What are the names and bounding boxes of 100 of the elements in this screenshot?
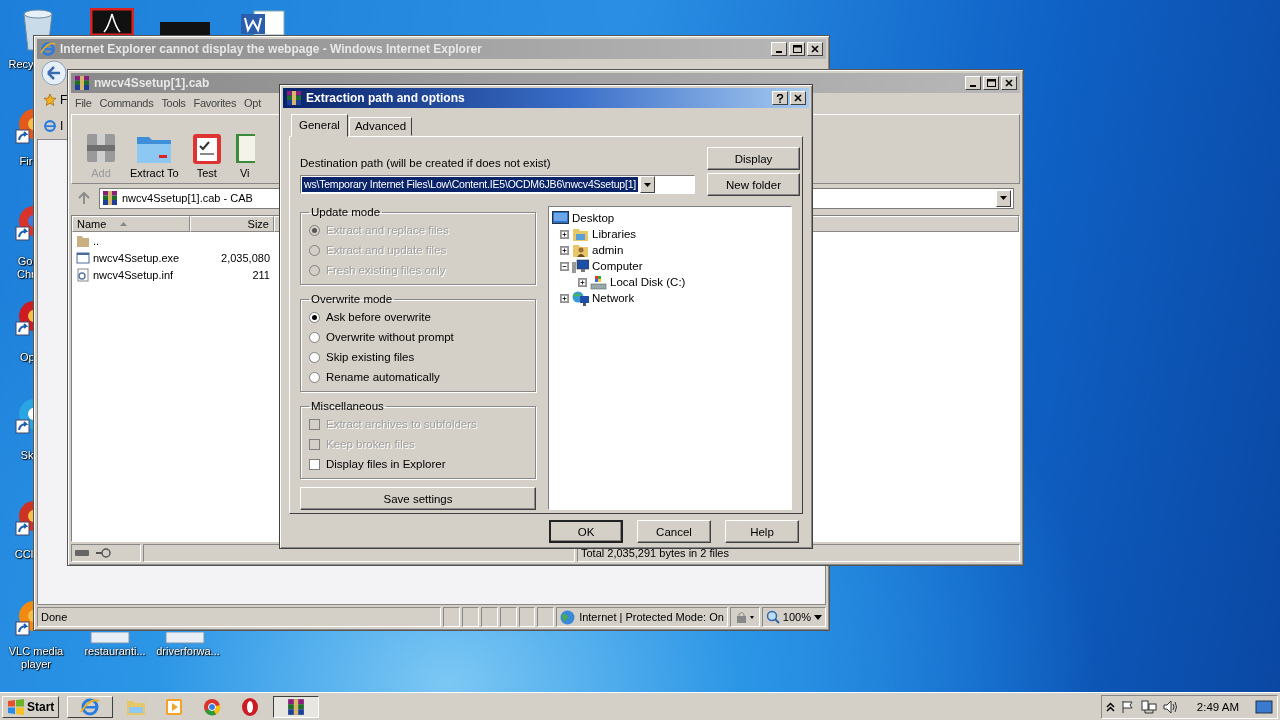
desktop-icon-label[interactable]: CCl	[14, 548, 34, 561]
drive-icon	[590, 274, 607, 290]
group-title: Miscellaneous	[310, 400, 385, 412]
path-combo-box[interactable]: ws\Temporary Internet Files\Low\Content.IE5\OCDM6JB6\nwcv4Ssetup[1]	[300, 175, 695, 194]
taskbar-button[interactable]	[273, 695, 320, 718]
books-icon	[84, 131, 118, 165]
radio-label: Skip existing files	[326, 351, 415, 363]
toolbar-button[interactable]: Test	[190, 131, 223, 179]
tree-item[interactable]: Computer	[592, 260, 643, 272]
status-panel	[499, 607, 517, 627]
clipboard-icon	[190, 131, 223, 165]
status-panel	[518, 607, 536, 627]
desktop-icon-label[interactable]: Recy	[8, 58, 34, 71]
expand-icon[interactable]	[560, 293, 569, 303]
play-icon	[165, 697, 184, 716]
expand-icon[interactable]	[578, 277, 587, 287]
checkbox[interactable]	[309, 458, 320, 470]
field-label: Destination path (will be created if does not exist)	[300, 157, 552, 169]
star-icon[interactable]	[43, 93, 57, 107]
show-desktop-icon[interactable]	[1255, 698, 1273, 715]
dropdown-button[interactable]	[996, 189, 1011, 207]
menu-item[interactable]: Favorites	[189, 96, 241, 109]
group-title: Overwrite mode	[310, 293, 394, 305]
security-zone: Internet | Protected Mode: On	[579, 611, 724, 623]
tree-item[interactable]: admin	[592, 244, 624, 256]
document-icon[interactable]	[240, 10, 286, 35]
menu-item[interactable]: File	[71, 96, 96, 109]
app-icon	[241, 696, 260, 717]
speaker-icon[interactable]	[1162, 699, 1179, 714]
radio-button[interactable]	[309, 351, 320, 363]
close-button[interactable]	[790, 91, 806, 105]
dialog-button[interactable]: Display	[707, 147, 800, 170]
tab[interactable]: General	[291, 114, 348, 137]
tab[interactable]: Advanced	[348, 117, 413, 136]
save-settings-button[interactable]: Save settings	[300, 487, 536, 510]
network-icon[interactable]	[1140, 699, 1157, 714]
status-panel	[462, 607, 479, 627]
archive-icon	[287, 697, 306, 716]
dropdown-icon[interactable]	[814, 614, 822, 620]
drive-icon	[75, 550, 89, 556]
expand-icon[interactable]	[560, 245, 569, 255]
tree-item[interactable]: Local Disk (C:)	[610, 276, 686, 288]
radio-button[interactable]	[309, 331, 320, 343]
four-squares-icon	[7, 698, 25, 715]
dialog-button[interactable]: Help	[725, 520, 799, 543]
browser-tab[interactable]: I	[60, 119, 64, 133]
caret-icon[interactable]	[1000, 196, 1007, 200]
network-icon	[572, 290, 589, 306]
tree-item[interactable]: Network	[592, 292, 635, 304]
zoom-level[interactable]: 100%	[782, 611, 811, 623]
browser-icon	[80, 696, 101, 717]
close-icon	[1005, 79, 1013, 87]
key-icon	[95, 548, 111, 558]
desktop-icon-label[interactable]: Fir	[18, 155, 34, 168]
group-title: Update mode	[310, 206, 382, 218]
file-name[interactable]: ..	[93, 234, 100, 247]
archive-icon	[102, 190, 118, 206]
menu-item[interactable]: Tools	[157, 96, 190, 109]
column-header[interactable]: Size	[190, 216, 274, 232]
toolbar-button[interactable]: Vi	[234, 131, 255, 179]
clock[interactable]: 2:49 AM	[1196, 700, 1239, 713]
dialog-button[interactable]: Cancel	[637, 520, 711, 543]
computer-icon	[572, 258, 589, 274]
radio-button[interactable]	[309, 371, 320, 383]
start-button[interactable]: Start	[2, 695, 60, 718]
status-text: Done	[37, 607, 442, 627]
question-mark-icon	[776, 93, 784, 103]
collapse-icon[interactable]	[560, 261, 569, 271]
toolbar-button[interactable]: Extract To	[130, 131, 179, 179]
chevron-up-icon[interactable]	[1105, 701, 1115, 712]
tree-item[interactable]: Desktop	[572, 212, 615, 224]
dialog-button[interactable]: OK	[549, 520, 623, 543]
expand-icon[interactable]	[560, 229, 569, 239]
folder-icon	[76, 233, 90, 248]
file-name[interactable]: nwcv4Ssetup.exe	[93, 251, 180, 264]
tree-item[interactable]: Libraries	[592, 228, 637, 240]
file-name[interactable]: nwcv4Ssetup.inf	[93, 268, 174, 281]
maximize-icon	[792, 45, 802, 53]
column-header[interactable]: Name	[72, 216, 190, 232]
help-button[interactable]	[772, 91, 788, 105]
radio-label: Rename automatically	[326, 371, 440, 383]
app-icon[interactable]	[90, 8, 134, 35]
file-size: 211	[251, 268, 271, 281]
book-icon	[234, 131, 255, 165]
back-button[interactable]	[41, 60, 67, 86]
close-icon	[811, 45, 819, 53]
radio-button[interactable]	[309, 311, 320, 323]
menu-item[interactable]: Commands	[95, 96, 158, 109]
window-title: Internet Explorer cannot display the webpage - Windows Internet Explorer	[60, 42, 483, 56]
zoom-icon[interactable]	[765, 610, 780, 624]
radio-label: Overwrite without prompt	[326, 331, 454, 343]
dialog-button[interactable]: New folder	[707, 173, 800, 196]
favorites-label[interactable]: F	[60, 93, 68, 107]
close-icon	[794, 94, 802, 102]
menu-item[interactable]: Opt	[240, 96, 265, 109]
app-icon	[203, 697, 222, 716]
sort-arrow-icon	[120, 222, 128, 226]
desktop-icon-label[interactable]: Go Chr	[17, 255, 33, 281]
flag-icon[interactable]	[1120, 699, 1135, 714]
archive-icon	[74, 75, 90, 91]
